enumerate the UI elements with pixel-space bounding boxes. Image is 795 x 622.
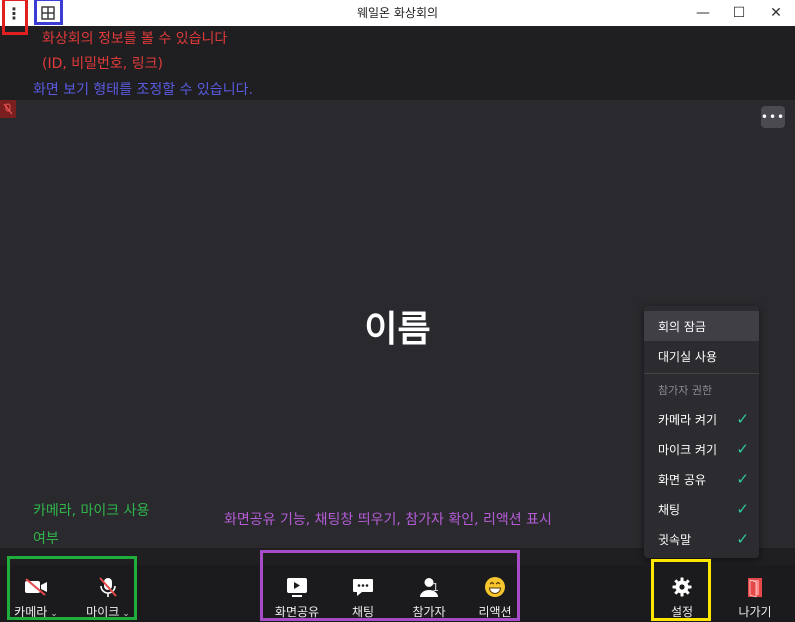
chevron-down-icon[interactable]: ⌄ — [50, 609, 58, 619]
menu-item-mic-on[interactable]: 마이크 켜기 ✓ — [644, 434, 759, 464]
settings-menu: 회의 잠금 대기실 사용 참가자 권한 카메라 켜기 ✓ 마이크 켜기 ✓ 화면… — [644, 306, 759, 558]
settings-button[interactable]: 설정 — [662, 575, 702, 620]
annotation-av-line1: 카메라, 마이크 사용 — [33, 503, 150, 519]
screen-share-button[interactable]: 화면공유 — [270, 575, 324, 620]
more-options-button[interactable]: ••• — [761, 106, 785, 128]
camera-label: 카메라 — [14, 605, 48, 619]
annotation-info-line1: 화상회의 정보를 볼 수 있습니다 — [42, 31, 228, 47]
reactions-label: 리액션 — [478, 605, 512, 619]
smile-emoji-icon — [484, 575, 506, 599]
leave-label: 나가기 — [738, 605, 772, 619]
menu-item-lock-meeting[interactable]: 회의 잠금 — [644, 311, 759, 341]
mic-toggle-button[interactable]: 마이크 ⌄ — [82, 575, 134, 620]
title-bar: ⋮ 웨일온 화상회의 — ☐ ✕ — [0, 0, 795, 26]
gear-icon — [671, 575, 693, 599]
chevron-down-icon[interactable]: ⌄ — [122, 609, 130, 619]
annotation-features: 화면공유 기능, 채팅창 띄우기, 참가자 확인, 리액션 표시 — [224, 512, 552, 528]
close-button[interactable]: ✕ — [757, 0, 795, 26]
menu-item-chat[interactable]: 채팅 ✓ — [644, 494, 759, 524]
screen-share-icon — [285, 575, 309, 599]
chat-button[interactable]: 채팅 — [345, 575, 381, 620]
participants-button[interactable]: 1 참가자 — [408, 575, 450, 620]
camera-toggle-button[interactable]: 카메라 ⌄ — [10, 575, 62, 620]
annotation-info-line2: (ID, 비밀번호, 링크) — [42, 56, 163, 72]
menu-item-label: 화면 공유 — [658, 472, 706, 487]
mic-muted-icon — [0, 100, 16, 118]
menu-item-whisper[interactable]: 귓속말 ✓ — [644, 524, 759, 554]
menu-item-camera-on[interactable]: 카메라 켜기 ✓ — [644, 404, 759, 434]
settings-label: 설정 — [670, 605, 694, 619]
check-icon: ✓ — [736, 410, 749, 428]
participant-permissions-caption: 참가자 권한 — [658, 384, 713, 397]
annotation-av-line2: 여부 — [33, 531, 59, 547]
check-icon: ✓ — [736, 530, 749, 548]
menu-item-label: 귓속말 — [658, 532, 692, 547]
exit-door-icon — [745, 575, 765, 599]
mic-label: 마이크 — [86, 605, 120, 619]
participant-count-badge: 1 — [432, 581, 439, 594]
screen-share-label: 화면공유 — [274, 605, 320, 619]
menu-item-label: 카메라 켜기 — [658, 412, 718, 427]
check-icon: ✓ — [736, 500, 749, 518]
chat-icon — [351, 575, 375, 599]
menu-item-label: 마이크 켜기 — [658, 442, 718, 457]
reactions-button[interactable]: 리액션 — [474, 575, 516, 620]
annotation-layout: 화면 보기 형태를 조정할 수 있습니다. — [33, 82, 253, 98]
chat-label: 채팅 — [351, 605, 375, 619]
maximize-button[interactable]: ☐ — [720, 0, 758, 26]
menu-item-screen-share[interactable]: 화면 공유 ✓ — [644, 464, 759, 494]
window-title: 웨일온 화상회의 — [356, 6, 439, 20]
menu-divider — [644, 373, 759, 374]
meeting-toolbar: 카메라 ⌄ 마이크 ⌄ 화면공유 채팅 1 참가자 리액션 설정 나가기 — [0, 565, 795, 622]
menu-item-label: 채팅 — [658, 502, 681, 517]
check-icon: ✓ — [736, 470, 749, 488]
camera-off-icon — [23, 575, 49, 599]
mic-off-icon — [97, 575, 119, 599]
participants-label: 참가자 — [412, 605, 446, 619]
check-icon: ✓ — [736, 440, 749, 458]
leave-button[interactable]: 나가기 — [733, 575, 777, 620]
minimize-button[interactable]: — — [684, 0, 722, 26]
menu-item-waiting-room[interactable]: 대기실 사용 — [644, 341, 759, 371]
